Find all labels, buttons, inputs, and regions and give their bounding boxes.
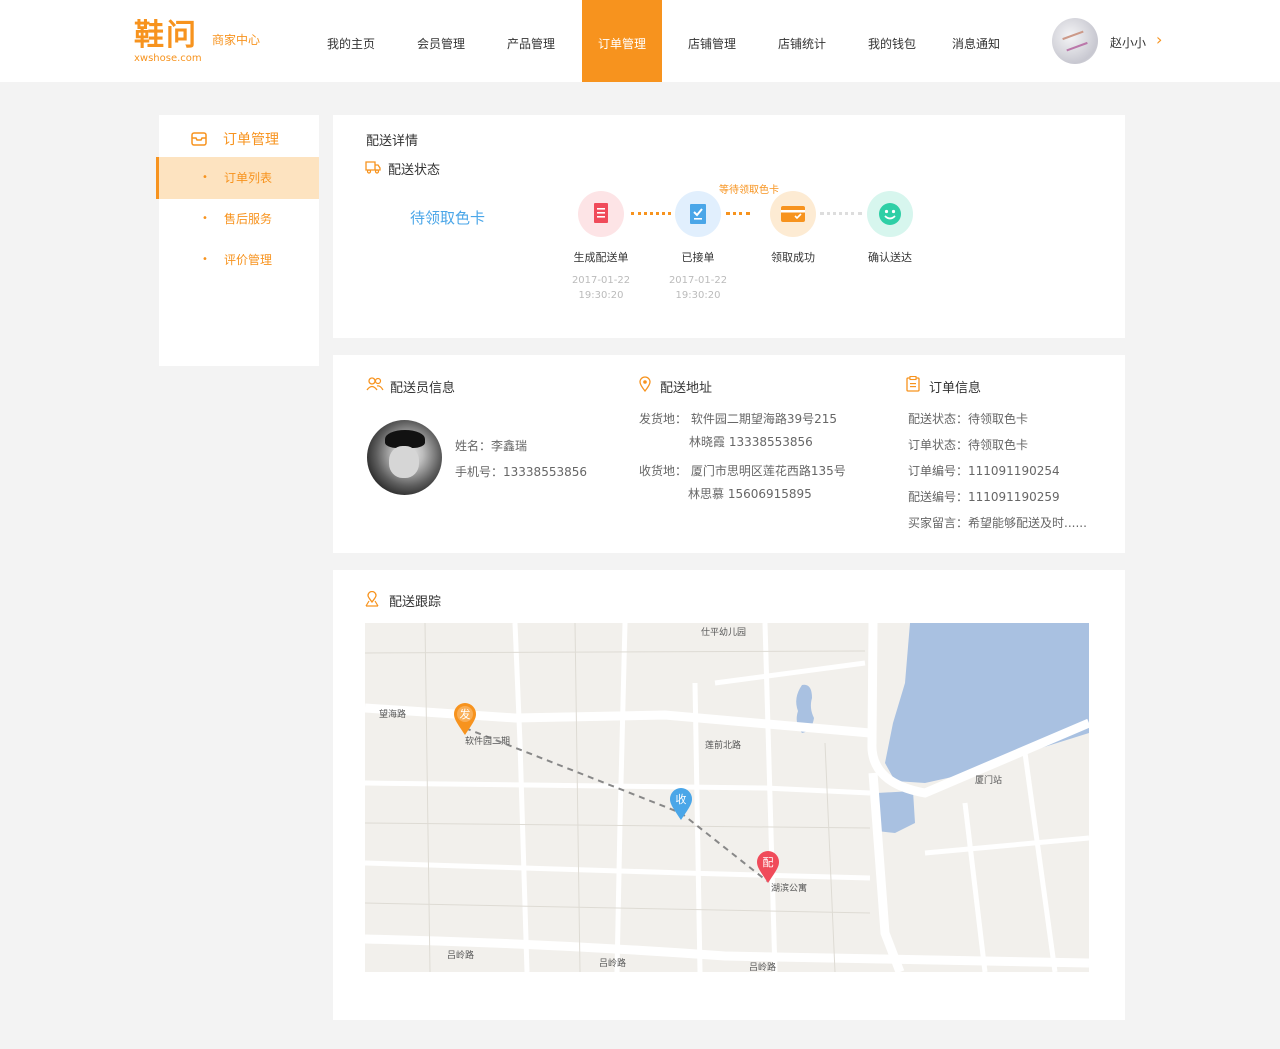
delivery-details-card: 配送详情 配送状态 待领取色卡 等待领取色卡 生成配送单 2017-01-22 1… bbox=[333, 115, 1125, 338]
courier-phone: 手机号：13338553856 bbox=[455, 465, 587, 479]
map-label: 湖滨公寓 bbox=[771, 882, 807, 894]
step-picked-up: 领取成功 bbox=[743, 191, 843, 265]
step-circle bbox=[578, 191, 624, 237]
courier-avatar bbox=[367, 420, 442, 495]
brand-subtitle: 商家中心 bbox=[212, 33, 261, 47]
step-accepted: 已接单 2017-01-22 19:30:20 bbox=[648, 191, 748, 303]
clipboard-icon bbox=[906, 376, 920, 392]
sidebar: 订单管理 • 订单列表 • 售后服务 • 评价管理 bbox=[156, 115, 319, 366]
map-label: 仕平幼儿园 bbox=[701, 626, 746, 638]
brand-name: 鞋问 bbox=[134, 18, 198, 53]
step-circle bbox=[675, 191, 721, 237]
nav-item-home[interactable]: 我的主页 bbox=[306, 0, 396, 82]
current-status-text: 待领取色卡 bbox=[410, 209, 486, 227]
step-circle bbox=[770, 191, 816, 237]
to-contact: 林思慕 15606915895 bbox=[688, 487, 812, 501]
brand-url: xwshose.com bbox=[134, 53, 202, 64]
to-address: 收货地： 厦门市思明区莲花西路135号 bbox=[639, 464, 846, 478]
order-status: 订单状态：待领取色卡 bbox=[908, 438, 1029, 452]
step-name: 生成配送单 bbox=[573, 251, 629, 264]
bullet-icon: • bbox=[202, 254, 208, 265]
sidebar-header: 订单管理 bbox=[189, 129, 309, 149]
info-card: 配送员信息 姓名：李鑫瑞 手机号：13338553856 配送地址 发货地： 软… bbox=[333, 355, 1125, 553]
tracking-map[interactable]: 仕平幼儿园 吕岭路 吕岭路 吕岭路 湖滨公寓 莲前北路 望海路 软件园二期 厦门… bbox=[365, 623, 1089, 972]
top-navigation-bar: 鞋问 商家中心 xwshose.com 我的主页 会员管理 产品管理 订单管理 … bbox=[0, 0, 1280, 82]
tracking-card: 配送跟踪 仕平幼儿园 吕岭路 吕岭路 吕岭路 湖滨公寓 莲前北路 望海路 软件园… bbox=[333, 570, 1125, 1020]
brand-logo[interactable]: 鞋问 商家中心 xwshose.com bbox=[134, 18, 274, 66]
step-name: 领取成功 bbox=[771, 251, 815, 264]
order-info-title: 订单信息 bbox=[929, 381, 982, 396]
sidebar-item-label: 订单列表 bbox=[224, 171, 273, 185]
nav-item-stats[interactable]: 店铺统计 bbox=[757, 0, 847, 82]
sidebar-item-label: 售后服务 bbox=[224, 212, 273, 226]
address-title: 配送地址 bbox=[660, 381, 713, 396]
svg-text:发: 发 bbox=[460, 707, 471, 721]
svg-text:配: 配 bbox=[763, 856, 774, 869]
step-name: 确认送达 bbox=[868, 251, 912, 264]
delivery-status-title: 配送状态 bbox=[388, 163, 441, 178]
nav-item-orders[interactable]: 订单管理 bbox=[582, 0, 662, 82]
user-menu[interactable]: 赵小小 › bbox=[1052, 18, 1172, 64]
step-date: 2017-01-22 19:30:20 bbox=[668, 275, 728, 301]
delivery-number: 配送编号：111091190259 bbox=[908, 490, 1060, 504]
step-create-order: 生成配送单 2017-01-22 19:30:20 bbox=[551, 191, 651, 303]
chevron-right-icon[interactable]: › bbox=[1156, 30, 1162, 49]
avatar[interactable] bbox=[1052, 18, 1098, 64]
inbox-icon bbox=[191, 132, 207, 146]
step-date: 2017-01-22 19:30:20 bbox=[571, 275, 631, 301]
sidebar-item-label: 评价管理 bbox=[224, 253, 273, 267]
nav-item-messages[interactable]: 消息通知 bbox=[931, 0, 1021, 82]
order-number: 订单编号：111091190254 bbox=[908, 464, 1060, 478]
nav-item-wallet[interactable]: 我的钱包 bbox=[847, 0, 937, 82]
sidebar-item-order-list[interactable]: • 订单列表 bbox=[156, 157, 319, 199]
nav-item-store[interactable]: 店铺管理 bbox=[667, 0, 757, 82]
card-icon bbox=[781, 206, 805, 222]
user-name: 赵小小 bbox=[1110, 36, 1147, 50]
buyer-message: 买家留言：希望能够配送及时...... bbox=[908, 516, 1087, 530]
map-label: 望海路 bbox=[379, 708, 406, 720]
courier-name: 姓名：李鑫瑞 bbox=[455, 439, 528, 453]
people-icon bbox=[366, 377, 384, 391]
map-label: 吕岭路 bbox=[599, 957, 626, 969]
map-label: 吕岭路 bbox=[749, 961, 776, 972]
bullet-icon: • bbox=[202, 172, 208, 183]
step-name: 已接单 bbox=[681, 251, 715, 264]
map-canvas: 仕平幼儿园 吕岭路 吕岭路 吕岭路 湖滨公寓 莲前北路 望海路 软件园二期 厦门… bbox=[365, 623, 1089, 972]
delivery-details-title: 配送详情 bbox=[366, 134, 419, 149]
nav-item-products[interactable]: 产品管理 bbox=[486, 0, 576, 82]
smile-icon bbox=[879, 203, 901, 225]
sidebar-title: 订单管理 bbox=[223, 132, 279, 148]
map-label: 厦门站 bbox=[975, 774, 1002, 786]
map-pin-icon bbox=[365, 591, 379, 607]
sidebar-item-after-sales[interactable]: • 售后服务 bbox=[156, 198, 319, 240]
truck-icon bbox=[365, 161, 381, 174]
location-pin-icon bbox=[639, 376, 651, 392]
tracking-title: 配送跟踪 bbox=[389, 595, 442, 610]
from-contact: 林晓霞 13338553856 bbox=[689, 435, 813, 449]
map-label: 吕岭路 bbox=[447, 949, 474, 961]
sidebar-item-reviews[interactable]: • 评价管理 bbox=[156, 239, 319, 281]
map-label: 软件园二期 bbox=[465, 735, 510, 747]
courier-title: 配送员信息 bbox=[390, 381, 456, 396]
order-delivery-status: 配送状态：待领取色卡 bbox=[908, 412, 1029, 426]
svg-text:收: 收 bbox=[676, 792, 687, 806]
nav-item-members[interactable]: 会员管理 bbox=[396, 0, 486, 82]
document-icon bbox=[594, 203, 608, 223]
map-label: 莲前北路 bbox=[705, 739, 741, 751]
step-delivered: 确认送达 bbox=[840, 191, 940, 265]
bullet-icon: • bbox=[202, 213, 208, 224]
from-address: 发货地： 软件园二期望海路39号215 bbox=[639, 412, 838, 426]
checklist-icon bbox=[690, 204, 706, 224]
step-circle bbox=[867, 191, 913, 237]
